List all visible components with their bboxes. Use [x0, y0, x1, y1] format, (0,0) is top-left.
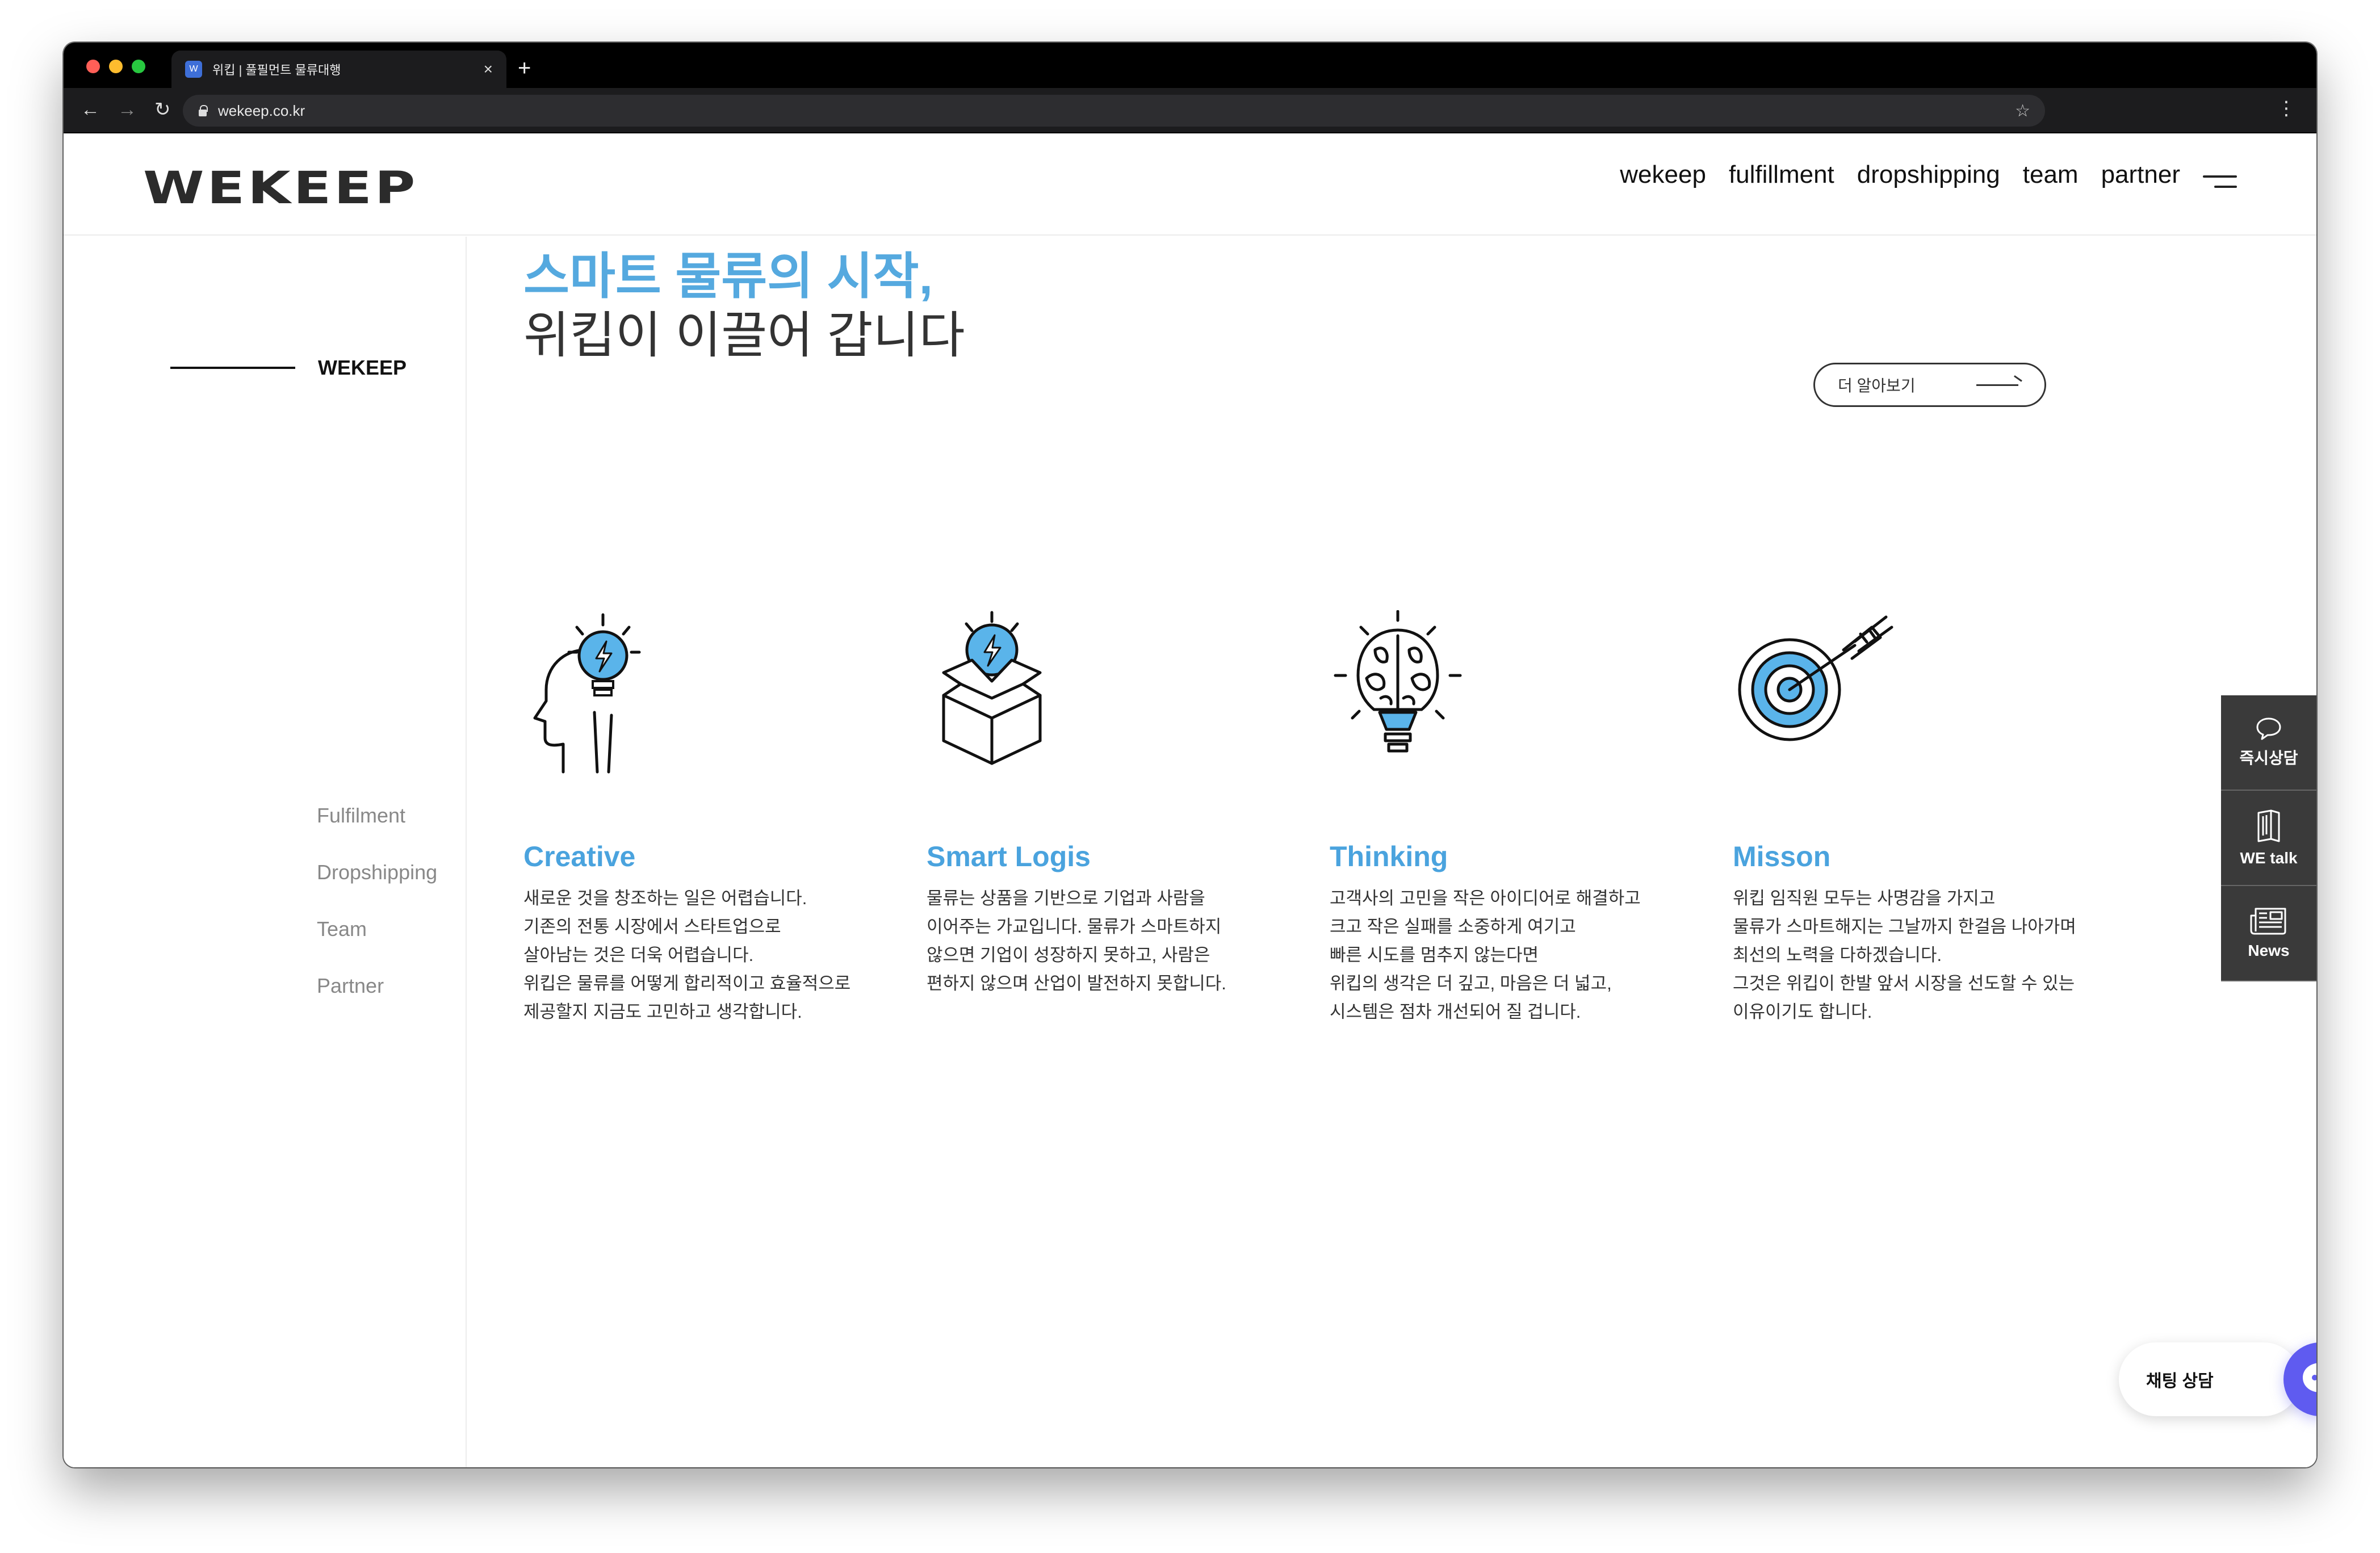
hamburger-menu-icon[interactable]	[2203, 173, 2237, 190]
feature-card: Misson 위킵 임직원 모두는 사명감을 가지고 물류가 스마트해지는 그날…	[1733, 610, 2107, 1026]
main-nav: wekeep fulfillment dropshipping team par…	[1620, 161, 2180, 189]
reload-icon[interactable]: ↻	[154, 98, 171, 121]
feature-text: 위킵 임직원 모두는 사명감을 가지고 물류가 스마트해지는 그날까지 한걸음 …	[1733, 888, 2076, 1022]
hero-title-main: 위킵이 이끌어 갑니다	[523, 307, 965, 363]
sidebar-item-partner[interactable]: Partner	[317, 975, 437, 1031]
learn-more-label: 더 알아보기	[1838, 377, 1916, 394]
nav-item-dropshipping[interactable]: dropshipping	[1857, 161, 2000, 189]
url-text: wekeep.co.kr	[218, 102, 305, 119]
back-arrow-icon[interactable]: ←	[81, 98, 100, 121]
forward-arrow-icon[interactable]: →	[118, 98, 137, 121]
feature-title: Thinking	[1330, 841, 1448, 872]
favicon-icon: W	[185, 61, 202, 78]
nav-item-fulfillment[interactable]: fulfillment	[1729, 161, 1834, 189]
feature-title: Creative	[523, 841, 636, 872]
web-page: WEKEEP wekeep fulfillment dropshipping t…	[64, 133, 2316, 1467]
quick-menu-news-label: News	[2248, 942, 2290, 959]
newspaper-icon	[2250, 908, 2286, 935]
brain-bulb-icon	[1334, 610, 1462, 753]
divider-line	[170, 367, 295, 369]
sidebar-current-label: WEKEEP	[318, 356, 407, 379]
feature-card: Creative 새로운 것을 창조하는 일은 어렵습니다. 기존의 전통 시장…	[523, 610, 898, 1026]
target-arrow-icon	[1738, 615, 1893, 741]
browser-toolbar: ← → ↻ wekeep.co.kr ☆ ⋮	[64, 88, 2316, 133]
nav-item-wekeep[interactable]: wekeep	[1620, 161, 1706, 189]
close-window-button[interactable]	[86, 60, 100, 73]
quick-menu: 즉시상담 WE talk News	[2221, 695, 2316, 981]
hero-title: 스마트 물류의 시작, 위킵이 이끌어 갑니다	[523, 247, 965, 365]
feature-text: 물류는 상품을 기반으로 기업과 사람을 이어주는 가교입니다. 물류가 스마트…	[927, 888, 1226, 993]
sidebar-item-dropshipping[interactable]: Dropshipping	[317, 861, 437, 918]
browser-tab[interactable]: W 위킵 | 풀필먼트 물류대행 ×	[171, 51, 506, 88]
quick-menu-consult-label: 즉시상담	[2239, 749, 2298, 767]
feature-text: 새로운 것을 창조하는 일은 어렵습니다. 기존의 전통 시장에서 스타트업으로…	[523, 888, 851, 1022]
feature-text: 고객사의 고민을 작은 아이디어로 해결하고 크고 작은 실패를 소중하게 여기…	[1330, 888, 1641, 1022]
feature-card: Smart Logis 물류는 상품을 기반으로 기업과 사람을 이어주는 가교…	[927, 610, 1301, 998]
sidebar-list: Fulfilment Dropshipping Team Partner	[317, 804, 437, 1031]
feature-title: Smart Logis	[927, 841, 1091, 872]
feature-title: Misson	[1733, 841, 1831, 872]
quick-menu-consult[interactable]: 즉시상담	[2221, 695, 2316, 791]
quick-menu-we-talk[interactable]: WE talk	[2221, 791, 2316, 886]
tab-title: 위킵 | 풀필먼트 물류대행	[212, 63, 341, 77]
sidebar-current-section: WEKEEP	[170, 356, 407, 380]
sidebar-item-team[interactable]: Team	[317, 918, 437, 975]
maximize-window-button[interactable]	[132, 60, 145, 73]
nav-item-partner[interactable]: partner	[2101, 161, 2180, 189]
hero-title-accent: 스마트 물류의 시작,	[523, 248, 933, 304]
quick-menu-news[interactable]: News	[2221, 886, 2316, 981]
sidebar: WEKEEP Fulfilment Dropshipping Team Part…	[64, 237, 467, 1467]
site-header: WEKEEP wekeep fulfillment dropshipping t…	[64, 133, 2316, 236]
tab-close-icon[interactable]: ×	[484, 60, 493, 78]
quick-menu-we-talk-label: WE talk	[2240, 849, 2298, 867]
arrow-right-icon	[1976, 379, 2022, 391]
lock-icon	[198, 105, 208, 116]
sidebar-item-fulfilment[interactable]: Fulfilment	[317, 804, 437, 861]
nav-item-team[interactable]: team	[2023, 161, 2079, 189]
chat-consult-button[interactable]: 채팅 상담	[2119, 1342, 2301, 1416]
address-bar[interactable]: wekeep.co.kr ☆	[183, 95, 2045, 127]
tab-strip: W 위킵 | 풀필먼트 물류대행 × +	[64, 43, 2316, 88]
browser-window: W 위킵 | 풀필먼트 물류대행 × + ← → ↻ wekeep.co.kr …	[64, 43, 2316, 1467]
speech-bubble-icon	[2256, 717, 2281, 740]
chat-consult-label: 채팅 상담	[2146, 1372, 2214, 1391]
chat-bot-icon	[2303, 1363, 2316, 1392]
browser-menu-icon[interactable]: ⋮	[2277, 97, 2296, 120]
site-logo[interactable]: WEKEEP	[143, 163, 418, 214]
minimize-window-button[interactable]	[109, 60, 123, 73]
box-bulb-icon	[942, 611, 1042, 765]
feature-card: Thinking 고객사의 고민을 작은 아이디어로 해결하고 크고 작은 실패…	[1330, 610, 1704, 1026]
new-tab-button[interactable]: +	[518, 54, 531, 82]
idea-head-icon	[533, 613, 641, 774]
bookmark-star-icon[interactable]: ☆	[2015, 101, 2030, 121]
learn-more-button[interactable]: 더 알아보기	[1813, 363, 2046, 407]
book-icon	[2257, 809, 2280, 842]
